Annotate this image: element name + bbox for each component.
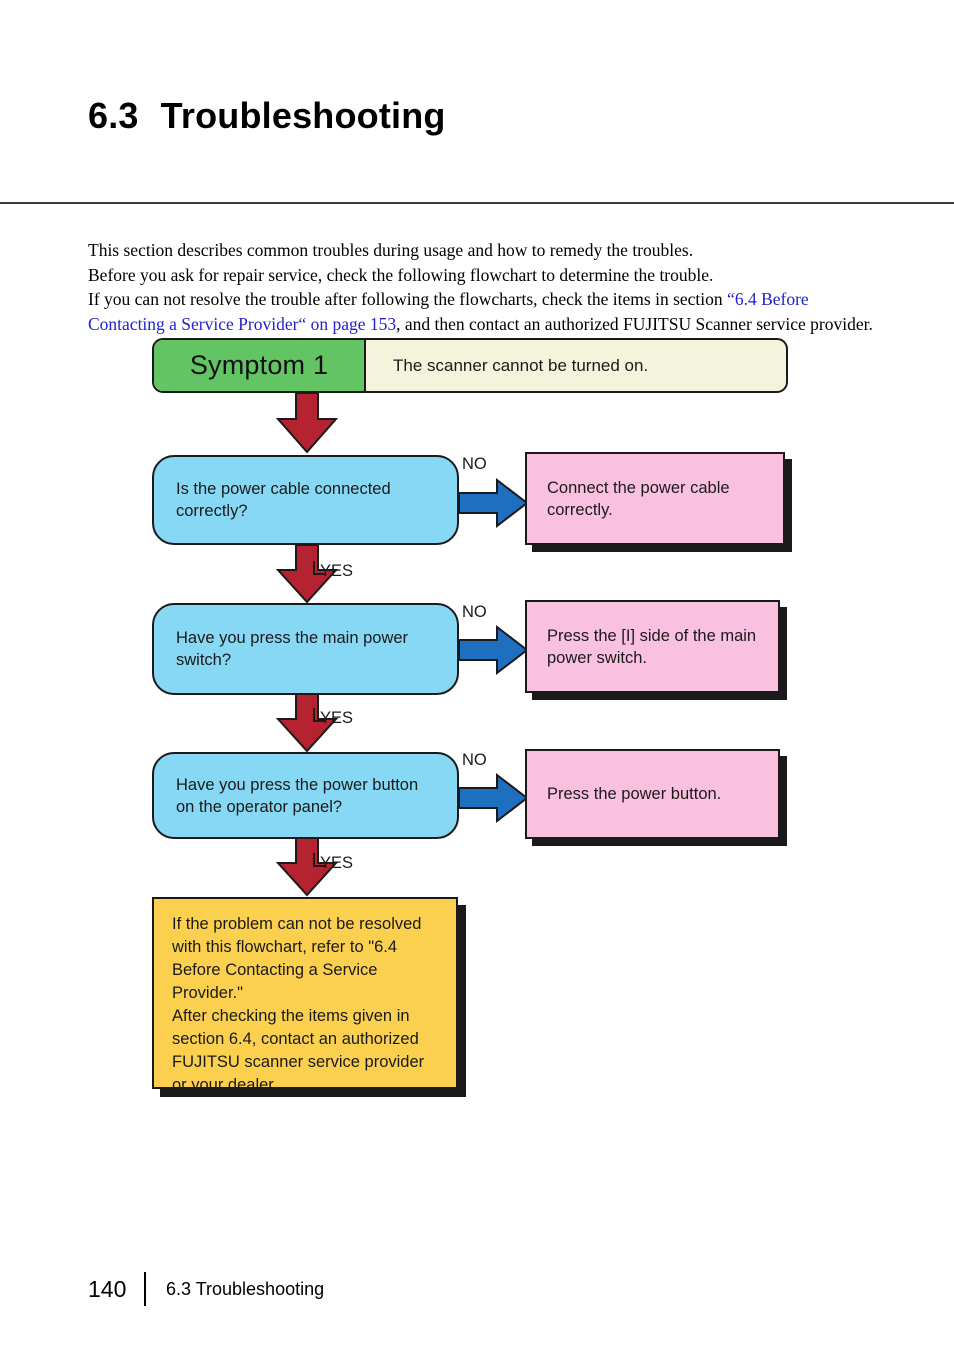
decision-node-3: Have you press the power button on the o… [152, 752, 459, 839]
decision-node-2: Have you press the main power switch? [152, 603, 459, 695]
footer-divider [144, 1272, 146, 1306]
edge-label-no-1: NO [462, 455, 487, 473]
action-node-3-text: Press the power button. [547, 785, 722, 803]
troubleshooting-flowchart: Symptom 1 The scanner cannot be turned o… [0, 0, 954, 1350]
action-node-2-wrapper: Press the [I] side of the main power swi… [525, 600, 787, 700]
action-node-1-text: Connect the power cable correctly. [547, 478, 730, 519]
elbow-yes-1 [313, 561, 326, 575]
connector-no-1 [458, 477, 529, 529]
connector-no-2 [458, 624, 529, 676]
decision-node-2-text: Have you press the main power switch? [176, 629, 409, 669]
action-node-1-wrapper: Connect the power cable correctly. [525, 452, 792, 552]
elbow-yes-3 [313, 853, 326, 867]
action-node-3: Press the power button. [525, 749, 780, 839]
action-node-3-wrapper: Press the power button. [525, 749, 787, 846]
decision-node-1: Is the power cable connected correctly? [152, 455, 459, 545]
edge-label-no-2: NO [462, 603, 487, 621]
action-node-2: Press the [I] side of the main power swi… [525, 600, 780, 693]
footer-page-number: 140 [88, 1275, 127, 1302]
symptom-description: The scanner cannot be turned on. [393, 355, 649, 375]
connector-symptom-to-step-1 [275, 392, 339, 454]
decision-node-1-text: Is the power cable connected correctly? [176, 480, 391, 520]
symptom-label: Symptom 1 [154, 340, 366, 391]
symptom-header: Symptom 1 The scanner cannot be turned o… [152, 338, 788, 393]
page-footer: 140 6.3 Troubleshooting [88, 1272, 324, 1306]
elbow-yes-2 [313, 708, 326, 722]
final-note: If the problem can not be resolved with … [152, 897, 458, 1094]
edge-label-no-3: NO [462, 751, 487, 769]
action-node-2-text: Press the [I] side of the main power swi… [547, 626, 757, 667]
decision-node-3-text: Have you press the power button on the o… [176, 775, 419, 816]
symptom-header-frame: Symptom 1 The scanner cannot be turned o… [152, 338, 788, 393]
connector-no-3 [458, 772, 529, 824]
action-node-1: Connect the power cable correctly. [525, 452, 785, 545]
final-note-wrapper: If the problem can not be resolved with … [152, 897, 466, 1097]
footer-section-title: 6.3 Troubleshooting [166, 1278, 325, 1299]
